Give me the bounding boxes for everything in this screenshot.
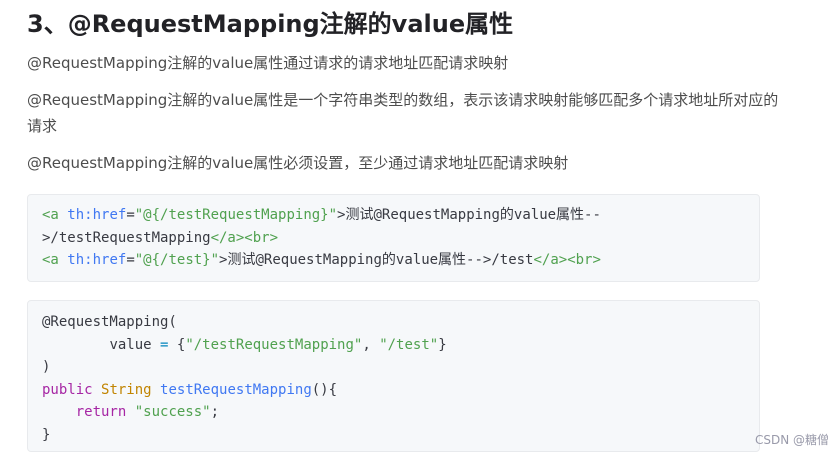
code-line-5: return "success"; — [42, 401, 745, 424]
code-brace: } — [438, 336, 447, 353]
code-text: >测试@RequestMapping的value属性-->/test — [219, 252, 534, 268]
code-br-tag: <br> — [567, 252, 601, 268]
code-annotation: @RequestMapping( — [42, 314, 177, 330]
code-line-1: <a th:href="@{/testRequestMapping}">测试@R… — [42, 204, 745, 227]
code-line-1: @RequestMapping( — [42, 311, 745, 334]
code-line-3: ) — [42, 356, 745, 379]
code-line-3: <a th:href="@{/test}">测试@RequestMapping的… — [42, 249, 745, 272]
code-string: "/testRequestMapping" — [185, 336, 363, 353]
code-eq: = — [126, 252, 135, 268]
code-type: String — [101, 381, 152, 398]
code-value-key: value — [109, 336, 152, 353]
code-attr-value: "@{/test}" — [134, 252, 220, 268]
code-comma: , — [362, 336, 380, 353]
code-line-2: >/testRequestMapping</a><br> — [42, 227, 745, 250]
code-attr-value: "@{/testRequestMapping}" — [134, 207, 338, 223]
code-method-name: testRequestMapping — [160, 381, 312, 398]
code-attr: th:href — [67, 207, 127, 223]
paragraph-1: @RequestMapping注解的value属性通过请求的请求地址匹配请求映射 — [27, 54, 509, 72]
code-close-tag: </a> — [210, 229, 245, 246]
code-attr: th:href — [67, 252, 127, 268]
section-heading: 3、@RequestMapping注解的value属性 — [27, 10, 514, 38]
code-paren: ) — [42, 359, 51, 375]
code-eq: = — [151, 336, 177, 353]
code-keyword: public — [42, 381, 93, 398]
code-keyword: return — [75, 404, 127, 420]
code-line-4: public String testRequestMapping(){ — [42, 379, 745, 402]
code-close-tag: </a> — [533, 252, 568, 268]
code-semicolon: ; — [210, 404, 220, 420]
code-string: "success" — [134, 404, 211, 420]
code-line-6: } — [42, 424, 745, 447]
paragraph-3: @RequestMapping注解的value属性必须设置，至少通过请求地址匹配… — [27, 154, 569, 172]
code-tag-open: <a — [42, 207, 59, 223]
java-code-block: @RequestMapping( value = {"/testRequestM… — [27, 300, 760, 452]
code-text: >测试@RequestMapping的value属性-- — [337, 207, 601, 223]
code-eq: = — [126, 207, 135, 223]
code-method-tail: (){ — [311, 381, 338, 398]
code-brace: } — [42, 426, 51, 443]
html-code-block: <a th:href="@{/testRequestMapping}">测试@R… — [27, 194, 760, 282]
code-tag-open: <a — [42, 252, 59, 268]
watermark: CSDN @糖僧 — [754, 433, 829, 447]
code-br-tag: <br> — [244, 229, 279, 246]
code-text: >/testRequestMapping — [42, 229, 211, 246]
paragraph-2: @RequestMapping注解的value属性是一个字符串类型的数组，表示该… — [27, 91, 779, 135]
code-line-2: value = {"/testRequestMapping", "/test"} — [42, 334, 745, 357]
code-string: "/test" — [379, 336, 439, 353]
